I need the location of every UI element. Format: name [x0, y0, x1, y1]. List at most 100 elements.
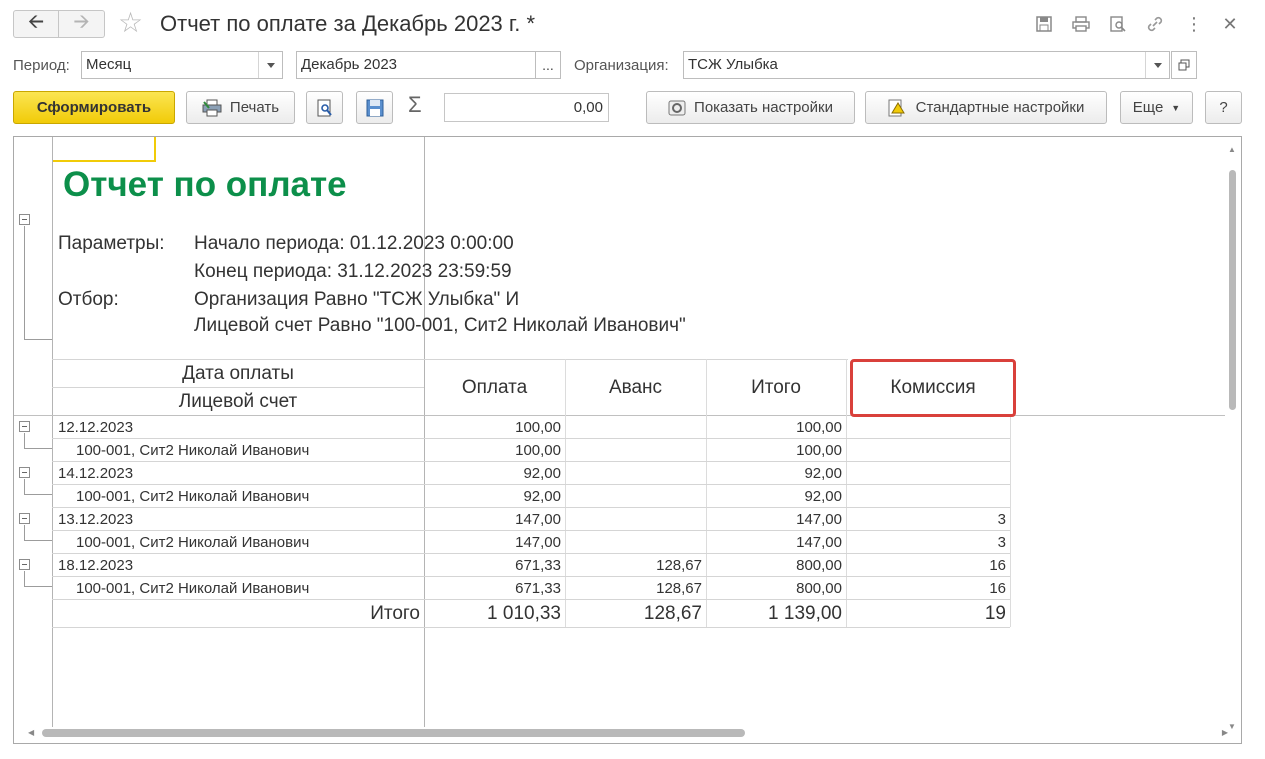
commission-cell[interactable] — [846, 416, 1010, 439]
column-header-total[interactable]: Итого — [706, 377, 846, 399]
payment-cell[interactable]: 147,00 — [424, 531, 565, 554]
forward-button[interactable]: 🡪 — [59, 10, 105, 38]
scroll-down-icon[interactable]: ▼ — [1228, 722, 1236, 731]
collapse-toggle-row[interactable] — [19, 559, 30, 570]
totals-commission[interactable]: 19 — [846, 600, 1010, 627]
collapse-toggle-row[interactable] — [19, 513, 30, 524]
sum-icon: Σ — [408, 92, 422, 117]
row-date-cell[interactable]: 12.12.2023 — [58, 416, 133, 439]
organization-open-button[interactable] — [1171, 51, 1197, 79]
total-cell[interactable]: 800,00 — [706, 577, 846, 600]
total-cell[interactable]: 100,00 — [706, 439, 846, 462]
more-button[interactable]: Еще ▼ — [1120, 91, 1193, 124]
commission-cell[interactable] — [846, 439, 1010, 462]
month-select-button[interactable]: ... — [535, 51, 561, 79]
advance-cell[interactable] — [565, 508, 706, 531]
standard-settings-icon — [888, 99, 905, 116]
advance-cell[interactable] — [565, 439, 706, 462]
total-cell[interactable]: 92,00 — [706, 485, 846, 508]
show-settings-label: Показать настройки — [694, 99, 833, 116]
vertical-scrollbar[interactable]: ▲ ▼ — [1227, 145, 1237, 731]
help-button[interactable]: ? — [1205, 91, 1242, 124]
advance-cell[interactable]: 128,67 — [565, 554, 706, 577]
payment-cell[interactable]: 100,00 — [424, 439, 565, 462]
title-bar: 🡨 🡪 ☆ Отчет по оплате за Декабрь 2023 г.… — [0, 0, 1265, 50]
more-vertical-icon[interactable]: ⋮ — [1183, 13, 1205, 35]
organization-dropdown-button[interactable] — [1145, 52, 1169, 78]
total-cell[interactable]: 147,00 — [706, 531, 846, 554]
show-settings-button[interactable]: Показать настройки — [646, 91, 855, 124]
col-divider — [1010, 416, 1011, 627]
sum-field[interactable]: 0,00 — [444, 93, 609, 122]
advance-cell[interactable] — [565, 462, 706, 485]
totals-advance[interactable]: 128,67 — [565, 600, 706, 627]
commission-cell[interactable]: 16 — [846, 554, 1010, 577]
payment-cell[interactable]: 671,33 — [424, 577, 565, 600]
advance-cell[interactable] — [565, 485, 706, 508]
arrow-left-icon: 🡨 — [27, 11, 45, 33]
commission-cell[interactable]: 16 — [846, 577, 1010, 600]
vertical-scroll-thumb[interactable] — [1229, 170, 1236, 410]
scroll-right-icon[interactable]: ▶ — [1222, 728, 1228, 737]
payment-cell[interactable]: 92,00 — [424, 485, 565, 508]
payment-cell[interactable]: 671,33 — [424, 554, 565, 577]
payment-cell[interactable]: 92,00 — [424, 462, 565, 485]
advance-cell[interactable] — [565, 531, 706, 554]
favorite-star-icon[interactable]: ☆ — [118, 8, 143, 38]
horizontal-scrollbar[interactable]: ◀ ▶ — [28, 727, 1228, 737]
period-dropdown-button[interactable] — [258, 52, 282, 78]
totals-payment[interactable]: 1 010,33 — [424, 600, 565, 627]
total-cell[interactable]: 147,00 — [706, 508, 846, 531]
collapse-toggle-row[interactable] — [19, 467, 30, 478]
column-header-payment[interactable]: Оплата — [424, 377, 565, 399]
column-header-date[interactable]: Дата оплаты — [52, 363, 424, 385]
row-account-cell[interactable]: 100-001, Сит2 Николай Иванович — [76, 485, 309, 508]
header-top-border — [52, 359, 848, 360]
commission-cell[interactable]: 3 — [846, 531, 1010, 554]
payment-cell[interactable]: 100,00 — [424, 416, 565, 439]
totals-total[interactable]: 1 139,00 — [706, 600, 846, 627]
print-button[interactable]: Печать — [186, 91, 295, 124]
print-icon[interactable] — [1070, 13, 1092, 35]
commission-cell[interactable] — [846, 485, 1010, 508]
report-sheet[interactable]: Отчет по оплате Параметры: Начало период… — [13, 136, 1242, 744]
row-date-cell[interactable]: 18.12.2023 — [58, 554, 133, 577]
total-cell[interactable]: 92,00 — [706, 462, 846, 485]
caret-down-icon: ▼ — [1171, 102, 1181, 113]
horizontal-scroll-thumb[interactable] — [42, 729, 745, 737]
standard-settings-button[interactable]: Стандартные настройки — [865, 91, 1107, 124]
row-date-cell[interactable]: 14.12.2023 — [58, 462, 133, 485]
scroll-up-icon[interactable]: ▲ — [1228, 145, 1236, 154]
preview-button[interactable] — [306, 91, 343, 124]
commission-cell[interactable]: 3 — [846, 508, 1010, 531]
column-header-account[interactable]: Лицевой счет — [52, 391, 424, 413]
row-date-cell[interactable]: 13.12.2023 — [58, 508, 133, 531]
collapse-toggle-header[interactable] — [19, 214, 30, 225]
row-account-cell[interactable]: 100-001, Сит2 Николай Иванович — [76, 577, 309, 600]
row-account-cell[interactable]: 100-001, Сит2 Николай Иванович — [76, 439, 309, 462]
save-button[interactable] — [356, 91, 393, 124]
preview-icon[interactable] — [1107, 13, 1129, 35]
collapse-toggle-row[interactable] — [19, 421, 30, 432]
preview-icon — [317, 99, 332, 116]
total-cell[interactable]: 800,00 — [706, 554, 846, 577]
row-account-cell[interactable]: 100-001, Сит2 Николай Иванович — [76, 531, 309, 554]
organization-select[interactable]: ТСЖ Улыбка — [683, 51, 1170, 79]
scroll-left-icon[interactable]: ◀ — [28, 728, 34, 737]
commission-highlight-frame — [850, 359, 1016, 417]
advance-cell[interactable]: 128,67 — [565, 577, 706, 600]
month-field[interactable]: Декабрь 2023 — [296, 51, 536, 79]
payment-cell[interactable]: 147,00 — [424, 508, 565, 531]
save-icon[interactable] — [1033, 13, 1055, 35]
row-group-divider — [52, 137, 53, 727]
commission-cell[interactable] — [846, 462, 1010, 485]
total-cell[interactable]: 100,00 — [706, 416, 846, 439]
generate-button[interactable]: Сформировать — [13, 91, 175, 124]
advance-cell[interactable] — [565, 416, 706, 439]
back-button[interactable]: 🡨 — [13, 10, 59, 38]
settings-icon — [668, 100, 686, 115]
close-icon[interactable]: ✕ — [1219, 13, 1241, 35]
column-header-advance[interactable]: Аванс — [565, 377, 706, 399]
period-select[interactable]: Месяц — [81, 51, 283, 79]
link-icon[interactable] — [1144, 13, 1166, 35]
